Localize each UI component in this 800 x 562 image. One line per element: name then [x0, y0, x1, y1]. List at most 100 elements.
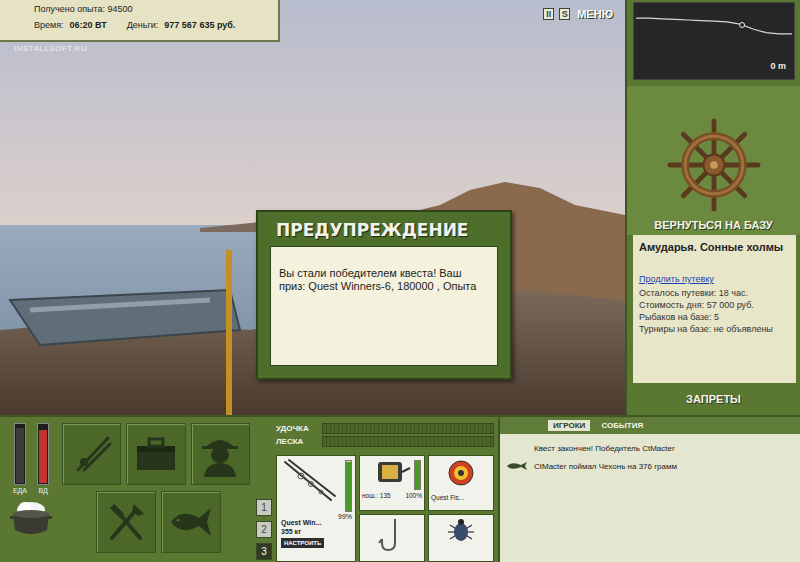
dialog-message: Вы стали победителем квеста! Ваш приз: Q…	[279, 267, 476, 292]
rod-condition-fill	[346, 462, 351, 512]
chat-messages: Квест закончен! Победитель CtMacter CtMac…	[500, 434, 800, 480]
pager: 1 2 3	[256, 423, 272, 562]
tension-row: ЛЕСКА	[276, 436, 494, 447]
rod-slot[interactable]: 99%Quest Win...355 кгНАСТРОИТЬ	[276, 455, 356, 562]
reel-stats: нош.: 135100%	[362, 492, 422, 500]
info-line: Стоимость дня: 57 000 руб.	[639, 300, 790, 310]
chat-message: Квест закончен! Победитель CtMacter	[506, 442, 794, 454]
rod-icon	[281, 458, 339, 504]
need-fill	[39, 430, 47, 483]
float-marker	[740, 23, 745, 28]
depth-line	[636, 18, 792, 34]
action-buttons	[62, 423, 250, 562]
tension-track	[322, 436, 494, 447]
needs: ЕДА ВД	[6, 423, 56, 562]
reel-slot[interactable]: нош.: 135100%	[359, 455, 425, 511]
experience-row: Получено опыта: 94500	[34, 4, 270, 14]
experience-text: Получено опыта: 94500	[34, 4, 133, 14]
menu-button[interactable]: МЕНЮ	[575, 8, 615, 20]
return-base-area: ВЕРНУТЬСЯ НА БАЗУ	[627, 86, 800, 235]
chat-tab[interactable]: ИГРОКИ	[548, 420, 590, 431]
money-value: 977 567 635 руб.	[164, 20, 235, 30]
needs-bars: ЕДА ВД	[13, 423, 49, 494]
bug-bait-icon	[444, 517, 478, 547]
time-value: 06:20 ВТ	[70, 20, 107, 30]
food-button[interactable]	[96, 491, 156, 553]
hook-icon	[377, 517, 407, 553]
food-pot-icon[interactable]	[9, 498, 53, 538]
need-label: ЕДА	[13, 487, 27, 494]
reel-load: нош.: 135	[362, 492, 391, 500]
info-line: Рыбаков на базе: 5	[639, 312, 790, 322]
need-label: ВД	[38, 487, 47, 494]
bait-slot[interactable]	[428, 514, 494, 562]
rods-button[interactable]	[62, 423, 121, 485]
dialog-body: Вы стали победителем квеста! Ваш приз: Q…	[270, 246, 498, 366]
chat-panel: ИГРОКИ СОБЫТИЯ Квест закончен! Победитель …	[498, 417, 800, 562]
fisherman-icon	[198, 431, 242, 477]
rod-condition: 99%	[338, 512, 352, 521]
right-panel: 0 m ВЕРНУТЬСЯ НА БАЗУ Амударья. Сонные хол…	[625, 0, 800, 415]
configure-button[interactable]: НАСТРОИТЬ	[281, 538, 324, 548]
tackle-slots: нош.: 135100% Quest Fis...	[359, 455, 494, 562]
fishing-scene: Получено опыта: 94500 Время: 06:20 ВТ Деньг…	[0, 0, 625, 415]
fish-icon	[167, 500, 215, 544]
info-line: Осталось путевки: 18 час.	[639, 288, 790, 298]
reel-icon	[372, 458, 412, 488]
chat-tab[interactable]: СОБЫТИЯ	[596, 420, 648, 431]
tension-track	[322, 423, 494, 434]
tension-label: ЛЕСКА	[276, 437, 318, 446]
tension-row: УДОЧКА	[276, 423, 494, 434]
tackle-box-icon	[133, 434, 179, 474]
tackle-box-button[interactable]	[126, 423, 185, 485]
depth-chart: 0 m	[633, 2, 795, 80]
reel-condition-track	[414, 460, 421, 490]
info-line: Турниры на базе: не объявлены	[639, 324, 790, 334]
depth-profile	[634, 5, 794, 65]
fisherman-button[interactable]	[191, 423, 250, 485]
knife-fork-icon	[104, 500, 148, 544]
time-money-row: Время: 06:20 ВТ Деньги: 977 567 635 руб.	[34, 20, 270, 30]
need-fill	[16, 428, 24, 483]
top-buttons: II S МЕНЮ	[543, 8, 615, 20]
action-row	[62, 423, 250, 485]
chat-tabs: ИГРОКИ СОБЫТИЯ	[500, 417, 800, 434]
time-label: Время:	[34, 20, 64, 30]
extend-link[interactable]: Продлить путевку	[639, 274, 790, 284]
return-base-button[interactable]: ВЕРНУТЬСЯ НА БАЗУ	[654, 219, 772, 231]
need-bar: ВД	[37, 423, 49, 494]
top-button[interactable]: S	[559, 8, 570, 20]
rod-condition-track	[345, 460, 352, 512]
page-button[interactable]: 1	[256, 499, 272, 516]
top-button[interactable]: II	[543, 8, 554, 20]
base-info: Амударья. Сонные холмы Продлить путевку Ос…	[633, 235, 796, 383]
ship-wheel-icon[interactable]	[666, 117, 762, 213]
money-label: Деньги:	[127, 20, 159, 30]
tackle-area: 99%Quest Win...355 кгНАСТРОИТЬнош.: 1351…	[276, 455, 494, 562]
lure-icon	[446, 458, 476, 488]
warning-dialog: ПРЕДУПРЕЖДЕНИЕ Вы стали победителем квест…	[256, 210, 512, 380]
depth-reading: 0 m	[770, 61, 786, 71]
tackle-panel: УДОЧКА ЛЕСКА 99%Quest Win...355 кгНАСТРОИТ…	[272, 417, 498, 562]
page-button[interactable]: 3	[256, 543, 272, 560]
lure-name: Quest Fis...	[431, 494, 464, 502]
fish-icon	[506, 461, 528, 471]
watermark: INSTALLSOFT.RU	[14, 44, 87, 53]
page-button[interactable]: 2	[256, 521, 272, 538]
need-bar: ЕДА	[13, 423, 27, 494]
message-text: Квест закончен! Победитель CtMacter	[534, 444, 675, 453]
stats-panel: Получено опыта: 94500 Время: 06:20 ВТ Деньг…	[0, 0, 280, 42]
need-track	[14, 423, 26, 485]
bans-button[interactable]: ЗАПРЕТЫ	[627, 383, 800, 415]
location-name: Амударья. Сонные холмы	[639, 241, 790, 254]
dialog-title: ПРЕДУПРЕЖДЕНИЕ	[270, 216, 498, 246]
catch-button[interactable]	[161, 491, 221, 553]
fishing-rod-icon	[70, 432, 114, 476]
hook-slot[interactable]	[359, 514, 425, 562]
bottom-panel: ЕДА ВД 1 2 3 УДОЧКА ЛЕСКА 99%Quest Win...355 кг…	[0, 415, 800, 562]
chat-message: CtMacter поймал Чехонь на 376 грамм	[506, 460, 794, 472]
lure-slot[interactable]: Quest Fis...	[428, 455, 494, 511]
action-row	[62, 491, 250, 553]
message-spacer	[506, 443, 528, 453]
controls: ЕДА ВД 1 2 3	[0, 417, 272, 562]
